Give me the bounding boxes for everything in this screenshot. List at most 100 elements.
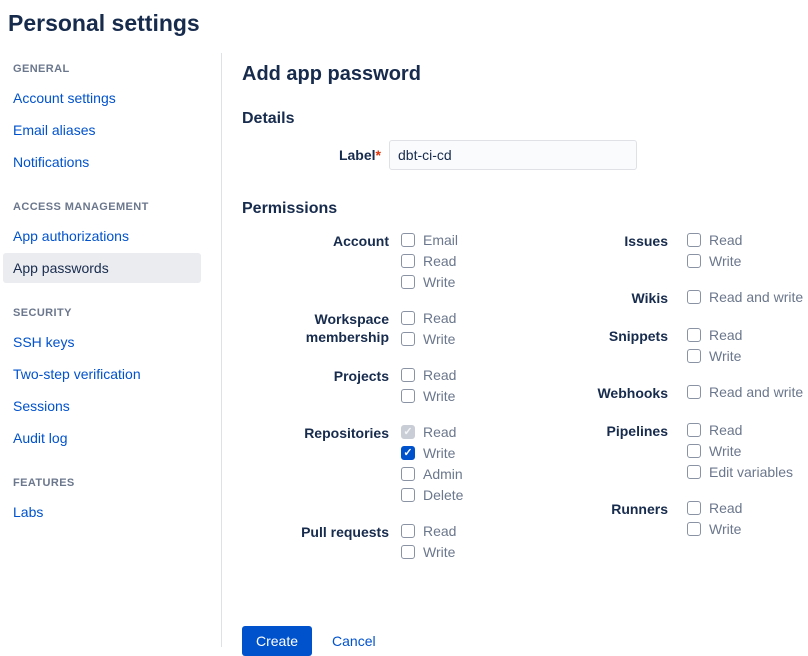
settings-sidebar: GENERALAccount settingsEmail aliasesNoti… [0, 53, 222, 647]
checkbox[interactable] [687, 501, 701, 515]
checkbox[interactable] [687, 254, 701, 268]
permission-option-wikis-read-and-write[interactable]: Read and write [687, 289, 803, 305]
sidebar-item-two-step-verification[interactable]: Two-step verification [3, 359, 201, 389]
permission-option-webhooks-read-and-write[interactable]: Read and write [687, 384, 803, 400]
checkbox-label: Write [709, 443, 741, 459]
checkbox[interactable] [687, 349, 701, 363]
permissions-column-2: IssuesReadWriteWikisRead and writeSnippe… [572, 232, 808, 580]
permission-option-account-write[interactable]: Write [401, 274, 458, 290]
checkbox-label: Write [423, 388, 455, 404]
checkbox[interactable] [401, 332, 415, 346]
permission-group-label-projects: Projects [242, 367, 401, 404]
checkbox[interactable] [687, 385, 701, 399]
permission-option-pipelines-write[interactable]: Write [687, 443, 793, 459]
checkbox[interactable] [401, 389, 415, 403]
checkbox[interactable] [687, 444, 701, 458]
permission-options-webhooks: Read and write [687, 384, 803, 402]
permission-option-workspace-membership-read[interactable]: Read [401, 310, 456, 326]
permission-group-account: AccountEmailReadWrite [242, 232, 572, 290]
checkbox[interactable] [401, 254, 415, 268]
sidebar-item-labs[interactable]: Labs [3, 497, 201, 527]
sidebar-section-header-security: SECURITY [13, 307, 221, 319]
permission-option-pull-requests-read[interactable]: Read [401, 523, 456, 539]
sidebar-item-ssh-keys[interactable]: SSH keys [3, 327, 201, 357]
checkbox[interactable] [687, 522, 701, 536]
permission-options-issues: Read Write [687, 232, 742, 269]
permission-option-repositories-delete[interactable]: Delete [401, 487, 463, 503]
checkbox[interactable] [401, 524, 415, 538]
permissions-grid: AccountEmailReadWriteWorkspace membershi… [242, 232, 808, 580]
sidebar-item-app-authorizations[interactable]: App authorizations [3, 221, 201, 251]
permission-options-account: Email Read Write [401, 232, 458, 290]
checkbox[interactable] [687, 290, 701, 304]
checkbox[interactable] [687, 328, 701, 342]
checkbox[interactable] [401, 368, 415, 382]
main-content: Add app password Details Label* Permissi… [222, 53, 808, 647]
permission-group-workspace-membership: Workspace membershipReadWrite [242, 310, 572, 347]
permission-option-repositories-write[interactable]: Write [401, 445, 463, 461]
sidebar-item-app-passwords[interactable]: App passwords [3, 253, 201, 283]
sidebar-item-audit-log[interactable]: Audit log [3, 423, 201, 453]
label-field-row: Label* [242, 140, 808, 170]
checkbox-label: Write [709, 521, 741, 537]
sidebar-item-account-settings[interactable]: Account settings [3, 83, 201, 113]
checkbox[interactable] [687, 233, 701, 247]
create-button[interactable]: Create [242, 626, 312, 656]
checkbox-label: Read [709, 500, 742, 516]
permission-group-label-webhooks: Webhooks [572, 384, 687, 402]
label-field-label: Label* [242, 147, 389, 163]
checkbox[interactable] [687, 465, 701, 479]
permission-option-projects-write[interactable]: Write [401, 388, 456, 404]
checkbox[interactable] [401, 467, 415, 481]
permission-option-issues-write[interactable]: Write [687, 253, 742, 269]
permission-option-workspace-membership-write[interactable]: Write [401, 331, 456, 347]
permission-option-account-email[interactable]: Email [401, 232, 458, 248]
checkbox[interactable] [687, 423, 701, 437]
checkbox-label: Write [709, 348, 741, 364]
permission-option-pipelines-edit-variables[interactable]: Edit variables [687, 464, 793, 480]
checkbox-label: Read [423, 253, 456, 269]
layout: GENERALAccount settingsEmail aliasesNoti… [0, 53, 808, 647]
permission-group-wikis: WikisRead and write [572, 289, 808, 307]
permission-option-projects-read[interactable]: Read [401, 367, 456, 383]
label-input[interactable] [389, 140, 637, 170]
checkbox-label: Read [709, 327, 742, 343]
checkbox[interactable] [401, 233, 415, 247]
permission-option-account-read[interactable]: Read [401, 253, 458, 269]
checkbox-label: Read [423, 424, 456, 440]
permission-options-snippets: Read Write [687, 327, 742, 364]
checkbox-label: Delete [423, 487, 463, 503]
checkbox [401, 425, 415, 439]
permission-option-snippets-write[interactable]: Write [687, 348, 742, 364]
sidebar-item-notifications[interactable]: Notifications [3, 147, 201, 177]
checkbox[interactable] [401, 275, 415, 289]
permission-option-pull-requests-write[interactable]: Write [401, 544, 456, 560]
sidebar-item-email-aliases[interactable]: Email aliases [3, 115, 201, 145]
checkbox[interactable] [401, 545, 415, 559]
permission-option-runners-read[interactable]: Read [687, 500, 742, 516]
permission-options-pipelines: Read Write Edit variables [687, 422, 793, 480]
checkbox[interactable] [401, 488, 415, 502]
checkbox-label: Read [423, 367, 456, 383]
checkbox-label: Write [423, 331, 455, 347]
checkbox-label: Read [423, 523, 456, 539]
permission-option-repositories-admin[interactable]: Admin [401, 466, 463, 482]
permission-options-workspace-membership: Read Write [401, 310, 456, 347]
details-heading: Details [242, 110, 808, 128]
checkbox-label: Write [423, 274, 455, 290]
permission-group-label-runners: Runners [572, 500, 687, 537]
permission-group-label-snippets: Snippets [572, 327, 687, 364]
permissions-heading: Permissions [242, 200, 808, 218]
permission-option-runners-write[interactable]: Write [687, 521, 742, 537]
checkbox[interactable] [401, 446, 415, 460]
permissions-column-1: AccountEmailReadWriteWorkspace membershi… [242, 232, 572, 580]
permission-option-snippets-read[interactable]: Read [687, 327, 742, 343]
permission-options-runners: Read Write [687, 500, 742, 537]
permission-option-issues-read[interactable]: Read [687, 232, 742, 248]
sidebar-section-header-features: FEATURES [13, 477, 221, 489]
permission-group-label-pipelines: Pipelines [572, 422, 687, 480]
checkbox[interactable] [401, 311, 415, 325]
permission-option-pipelines-read[interactable]: Read [687, 422, 793, 438]
sidebar-item-sessions[interactable]: Sessions [3, 391, 201, 421]
permission-group-issues: IssuesReadWrite [572, 232, 808, 269]
